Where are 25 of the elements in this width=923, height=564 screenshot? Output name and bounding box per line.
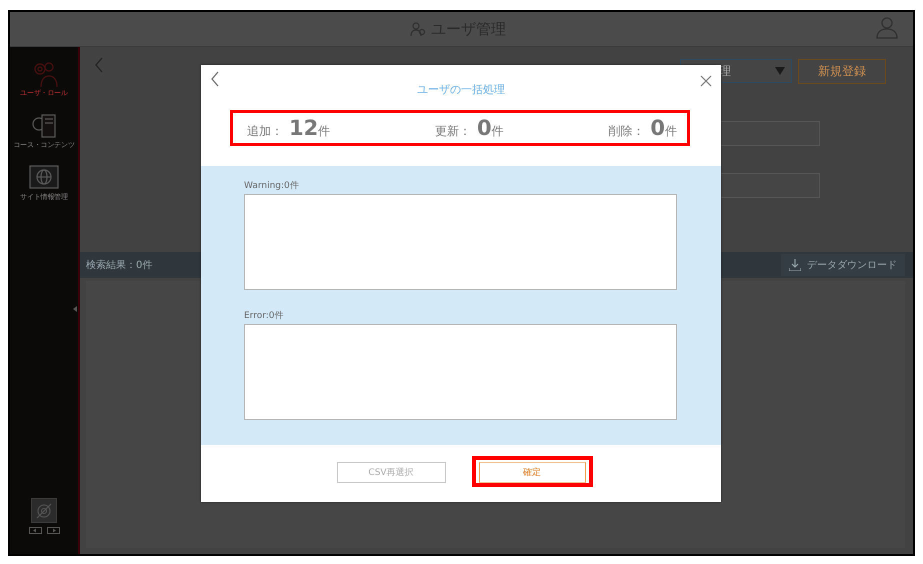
previous-button-icon[interactable] <box>28 527 42 534</box>
globe-monitor-icon <box>29 163 59 191</box>
new-registration-button[interactable]: 新規登録 <box>798 59 886 84</box>
settings-button[interactable] <box>31 498 57 523</box>
people-icon <box>409 20 427 38</box>
collapse-arrow-icon[interactable] <box>73 306 77 312</box>
download-icon <box>789 259 801 271</box>
user-icon[interactable] <box>875 15 899 39</box>
summary-count: 更新： 0件 <box>434 116 504 140</box>
log-text-area[interactable] <box>244 324 677 420</box>
back-chevron-icon[interactable] <box>210 71 220 87</box>
csv-reselect-button[interactable]: CSV再選択 <box>336 462 446 483</box>
dialog-title: ユーザの一括処理 <box>417 82 505 97</box>
caret-icon <box>775 67 785 75</box>
settings-icon <box>34 500 54 520</box>
log-label: Error:0件 <box>244 310 285 322</box>
data-download-button[interactable]: データダウンロード <box>781 254 905 276</box>
log-text-area[interactable] <box>244 194 677 290</box>
confirm-button[interactable]: 確定 <box>478 462 586 483</box>
summary-count: 削除： 0件 <box>608 116 677 140</box>
next-button-icon[interactable] <box>46 527 60 534</box>
close-icon[interactable] <box>700 75 712 87</box>
summary-count: 追加： 12件 <box>247 116 330 140</box>
result-count: 検索結果：0件 <box>86 258 152 272</box>
log-label: Warning:0件 <box>244 180 300 192</box>
